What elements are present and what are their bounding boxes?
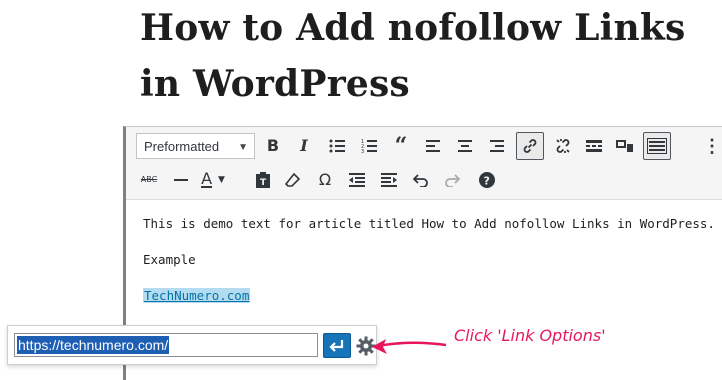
- apply-link-button[interactable]: [323, 333, 351, 358]
- svg-text:3: 3: [361, 149, 364, 153]
- url-input-value: https://technumero.com/: [17, 336, 170, 354]
- clear-formatting-icon[interactable]: [280, 167, 306, 193]
- read-more-icon[interactable]: [581, 133, 607, 159]
- paste-as-text-icon[interactable]: T: [250, 167, 276, 193]
- more-options-icon[interactable]: ⋮: [703, 133, 721, 159]
- bold-icon[interactable]: B: [260, 133, 286, 159]
- content-paragraph: This is demo text for article titled How…: [143, 216, 715, 231]
- inline-link-popup: https://technumero.com/: [7, 325, 377, 365]
- decrease-indent-icon[interactable]: [344, 167, 370, 193]
- svg-text:T: T: [260, 178, 267, 188]
- increase-indent-icon[interactable]: [376, 167, 402, 193]
- blockquote-icon[interactable]: “: [388, 133, 414, 159]
- editor-toolbar: Preformatted ▼ B I 123 “ ⋮ ABC A ▼ T Ω ?: [126, 127, 722, 200]
- link-icon[interactable]: [516, 132, 544, 160]
- horizontal-line-icon[interactable]: [168, 167, 194, 193]
- italic-icon[interactable]: I: [291, 133, 317, 159]
- align-center-icon[interactable]: [452, 133, 478, 159]
- post-title-line-1: How to Add nofollow Links: [140, 7, 686, 49]
- numbered-list-icon[interactable]: 123: [356, 133, 382, 159]
- post-title-line-2: in WordPress: [140, 63, 410, 105]
- toolbar-toggle-icon[interactable]: [612, 133, 638, 159]
- url-input[interactable]: https://technumero.com/: [14, 333, 318, 357]
- align-left-icon[interactable]: [420, 133, 446, 159]
- selected-link[interactable]: TechNumero.com: [143, 288, 251, 303]
- format-select[interactable]: Preformatted ▼: [136, 133, 255, 159]
- content-paragraph: Example: [143, 252, 196, 267]
- align-right-icon[interactable]: [484, 133, 510, 159]
- enter-icon: [329, 339, 344, 352]
- text-color-icon[interactable]: A ▼: [198, 167, 228, 193]
- unlink-icon[interactable]: [550, 133, 576, 159]
- special-character-icon[interactable]: Ω: [312, 167, 338, 193]
- undo-icon[interactable]: [408, 167, 434, 193]
- help-icon[interactable]: ?: [474, 167, 500, 193]
- redo-icon: [439, 167, 465, 193]
- keyboard-icon[interactable]: [643, 132, 671, 160]
- annotation-label: Click 'Link Options': [454, 326, 606, 345]
- chevron-down-icon: ▼: [238, 142, 248, 153]
- svg-text:?: ?: [484, 175, 490, 188]
- strikethrough-icon[interactable]: ABC: [136, 167, 162, 193]
- annotation-arrow-icon: [372, 339, 447, 354]
- format-select-value: Preformatted: [144, 138, 220, 154]
- post-title: How to Add nofollow Links in WordPress: [140, 0, 720, 112]
- bulleted-list-icon[interactable]: [324, 133, 350, 159]
- editor-content[interactable]: This is demo text for article titled How…: [143, 215, 722, 323]
